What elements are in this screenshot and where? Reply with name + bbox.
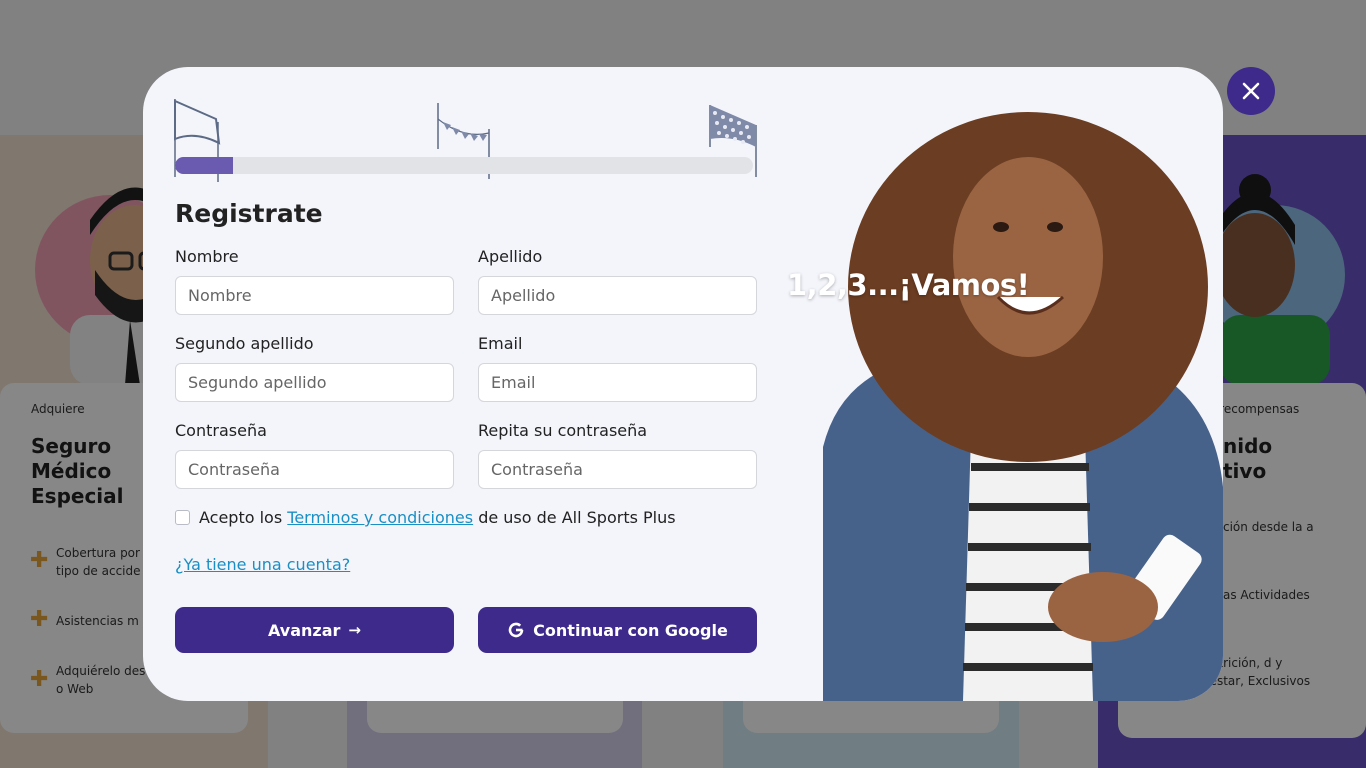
close-button[interactable]: [1227, 67, 1275, 115]
contrasena-label: Contraseña: [175, 421, 267, 440]
segundo-apellido-label: Segundo apellido: [175, 334, 314, 353]
terms-suffix: de uso de All Sports Plus: [478, 508, 676, 527]
advance-button[interactable]: Avanzar →: [175, 607, 454, 653]
email-input[interactable]: [478, 363, 757, 402]
hero-photo: [823, 112, 1223, 701]
nombre-label: Nombre: [175, 247, 239, 266]
password-input[interactable]: [175, 450, 454, 489]
modal-title: Registrate: [175, 199, 323, 228]
terms-checkbox[interactable]: [175, 510, 190, 525]
terms-link[interactable]: Terminos y condiciones: [287, 508, 473, 527]
email-label: Email: [478, 334, 523, 353]
terms-prefix: Acepto los: [199, 508, 283, 527]
google-icon: [508, 622, 524, 638]
google-button[interactable]: Continuar con Google: [478, 607, 757, 653]
registration-progress-bar: [175, 157, 753, 174]
google-button-label: Continuar con Google: [533, 620, 728, 640]
register-modal: Registrate Nombre Apellido Segundo apell…: [143, 67, 1223, 701]
close-icon: [1242, 82, 1260, 100]
progress-fill: [175, 157, 233, 174]
arrow-right-icon: →: [348, 621, 361, 639]
apellido-input[interactable]: [478, 276, 757, 315]
terms-row: Acepto los Terminos y condiciones de uso…: [175, 508, 676, 527]
hero-slogan: 1,2,3...¡Vamos!: [787, 268, 1030, 302]
apellido-label: Apellido: [478, 247, 543, 266]
nombre-input[interactable]: [175, 276, 454, 315]
repeat-password-label: Repita su contraseña: [478, 421, 648, 440]
segundo-apellido-input[interactable]: [175, 363, 454, 402]
advance-button-label: Avanzar: [267, 620, 341, 640]
repeat-password-input[interactable]: [478, 450, 757, 489]
existing-account-link[interactable]: ¿Ya tiene una cuenta?: [175, 555, 350, 574]
